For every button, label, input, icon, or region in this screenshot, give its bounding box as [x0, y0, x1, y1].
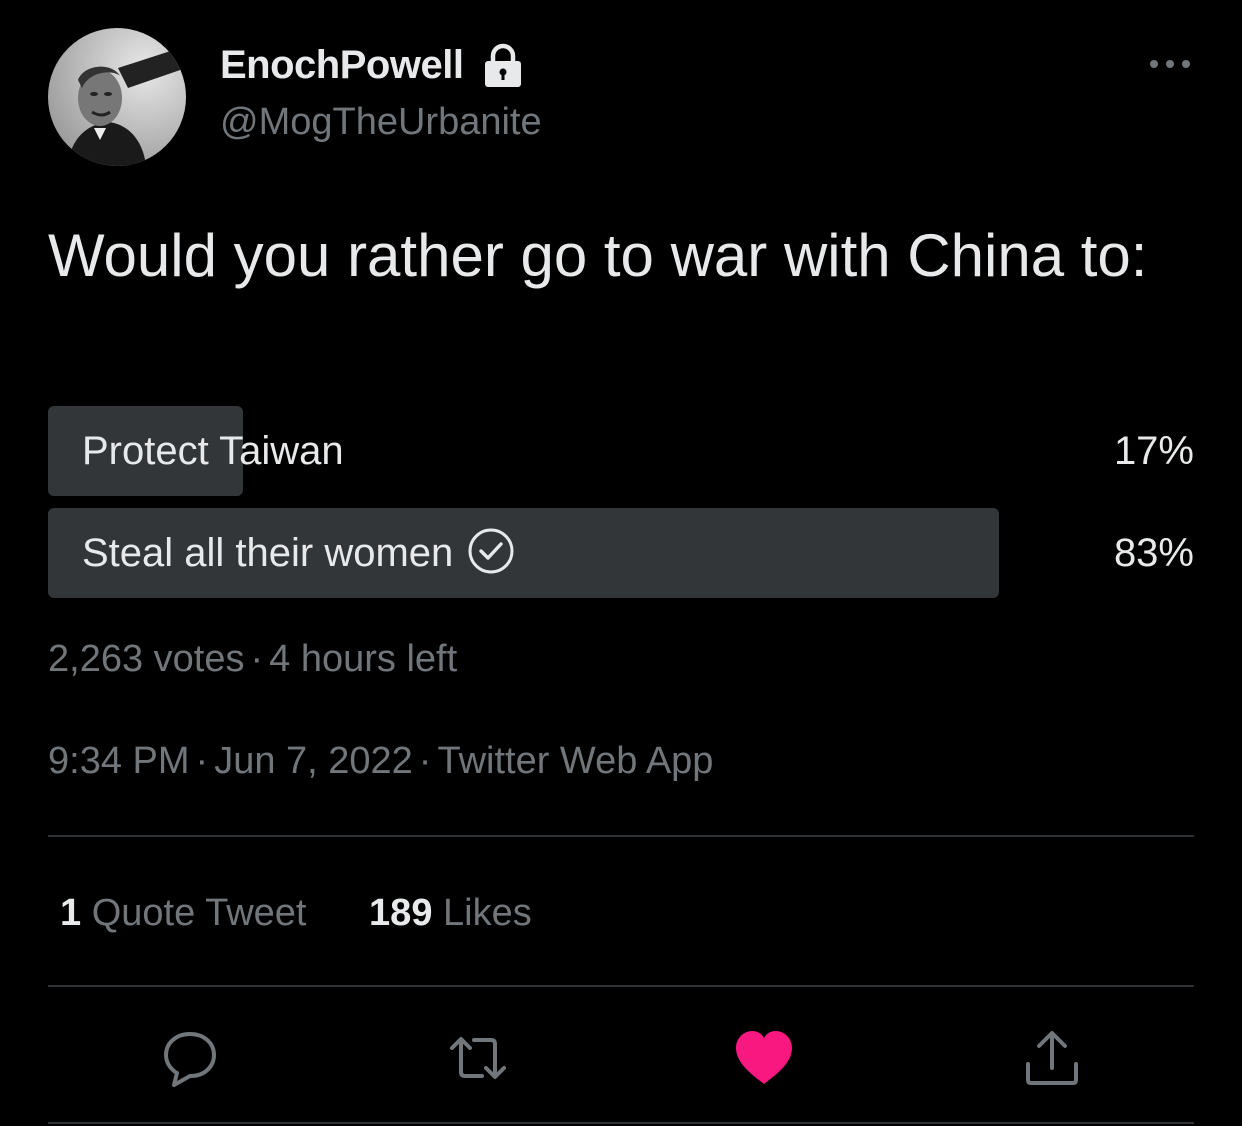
more-options-icon[interactable]	[1148, 56, 1192, 72]
engagement-stats: 1 Quote Tweet 189 Likes	[60, 888, 532, 938]
divider	[48, 985, 1194, 987]
profile-photo	[48, 28, 186, 166]
separator: ·	[418, 740, 432, 782]
lock-icon	[485, 43, 521, 87]
avatar[interactable]	[48, 28, 186, 166]
tweet-text: Would you rather go to war with China to…	[48, 222, 1148, 289]
user-handle[interactable]: @MogTheUrbanite	[220, 98, 542, 146]
poll-option-label: Steal all their women	[82, 528, 515, 578]
tweet-source: Twitter Web App	[437, 740, 714, 782]
retweet-icon	[450, 1037, 506, 1079]
poll-option-label: Protect Taiwan	[82, 429, 344, 473]
tweet-time[interactable]: 9:34 PM	[48, 740, 190, 782]
reply-icon	[164, 1032, 216, 1087]
vote-count: 2,263 votes	[48, 638, 245, 680]
share-button[interactable]	[1022, 1028, 1082, 1088]
likes-link[interactable]: 189 Likes	[369, 888, 532, 938]
divider	[48, 835, 1194, 837]
like-icon	[736, 1031, 792, 1084]
poll-option-percent: 83%	[1113, 531, 1194, 575]
separator: ·	[195, 740, 209, 782]
like-count: 189	[369, 892, 433, 934]
poll-meta: 2,263 votes · 4 hours left	[48, 634, 457, 684]
poll-option: Protect Taiwan 17%	[48, 406, 1194, 496]
time-left: 4 hours left	[269, 638, 458, 680]
reply-button[interactable]	[160, 1028, 220, 1088]
quote-tweets-link[interactable]: 1 Quote Tweet	[60, 888, 306, 938]
tweet-timestamp: 9:34 PM · Jun 7, 2022 · Twitter Web App	[48, 736, 713, 786]
separator: ·	[250, 638, 264, 680]
poll-option: Steal all their women 83%	[48, 508, 1194, 598]
poll-option-percent: 17%	[1113, 429, 1194, 473]
tweet-date[interactable]: Jun 7, 2022	[214, 740, 413, 782]
share-icon	[1026, 1031, 1078, 1085]
retweet-button[interactable]	[448, 1028, 508, 1088]
quote-count: 1	[60, 892, 82, 934]
display-name[interactable]: EnochPowell	[220, 40, 464, 90]
like-label: Likes	[443, 892, 532, 934]
like-button[interactable]	[734, 1028, 794, 1088]
divider	[48, 1122, 1194, 1124]
quote-label: Quote Tweet	[91, 892, 307, 934]
check-circle-icon	[468, 528, 514, 574]
